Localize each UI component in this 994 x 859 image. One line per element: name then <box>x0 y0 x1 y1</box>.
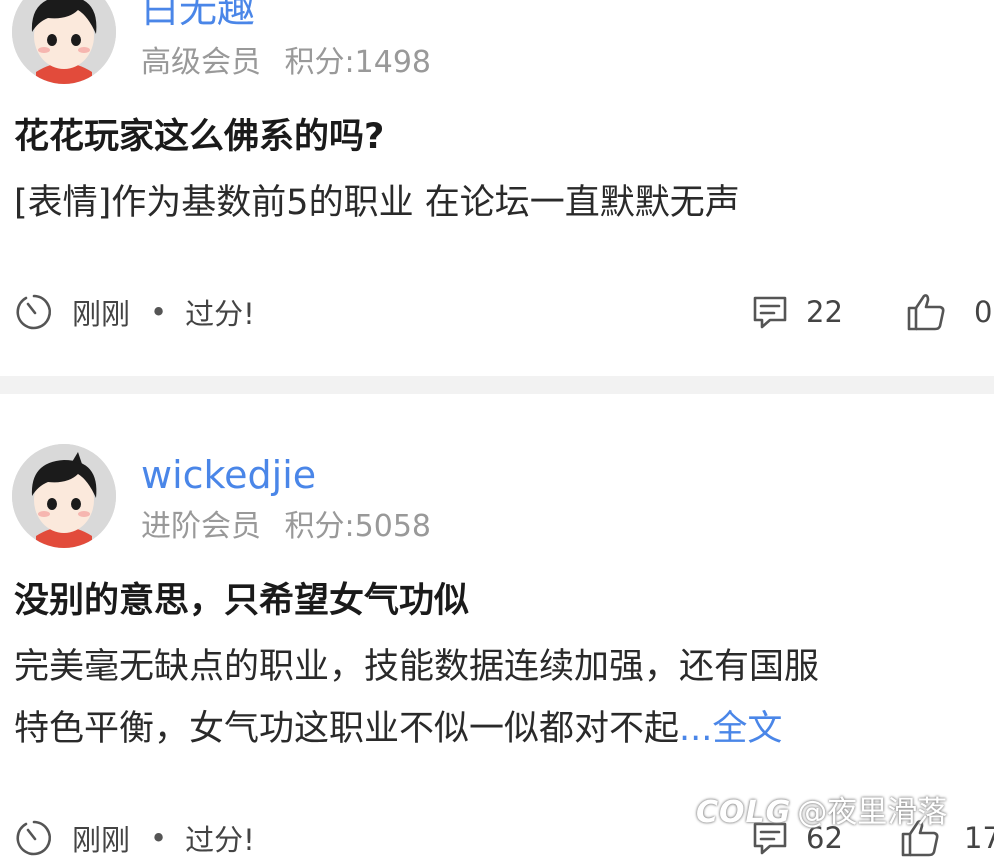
time-label: 刚刚 <box>72 297 131 331</box>
post-title[interactable]: 花花玩家这么佛系的吗? <box>14 120 384 155</box>
post-footer: 刚刚 • 过分! 22 0 <box>0 292 994 332</box>
post-title[interactable]: 没别的意思，只希望女气功似 <box>14 584 469 619</box>
member-points: 积分:5058 <box>284 509 432 544</box>
post-body[interactable]: 完美毫无缺点的职业，技能数据连续加强，还有国服 特色平衡，女气功这职业不似一似都… <box>14 636 984 760</box>
watermark: COLG @夜里滑落 <box>696 787 947 831</box>
member-rank: 高级会员 <box>141 45 261 80</box>
member-points: 积分:1498 <box>284 45 432 80</box>
post-time: 刚刚 • 过分! <box>14 292 255 332</box>
avatar[interactable] <box>12 0 116 84</box>
post-card-2: wickedjie 进阶会员 积分:5058 没别的意思，只希望女气功似 完美毫… <box>0 394 994 857</box>
status-label: 过分! <box>185 297 255 331</box>
user-meta: 高级会员 积分:1498 <box>141 48 445 78</box>
like-count-value: 17 <box>964 821 994 855</box>
watermark-text: @夜里滑落 <box>797 795 948 830</box>
clock-icon <box>16 820 51 856</box>
post-body-text: [表情]作为基数前5的职业 在论坛一直默默无声 <box>14 183 740 223</box>
post-time: 刚刚 • 过分! <box>14 818 255 858</box>
post-body-line-2: 特色平衡，女气功这职业不似一似都对不起...全文 <box>14 698 984 760</box>
post-card-1: 白无趣 高级会员 积分:1498 花花玩家这么佛系的吗? [表情]作为基数前5的… <box>0 0 994 376</box>
clock-icon <box>16 294 51 330</box>
watermark-logo: COLG <box>696 795 792 830</box>
like-button[interactable]: 0 <box>906 292 992 332</box>
post-divider <box>0 376 994 394</box>
comment-count[interactable]: 22 <box>750 292 843 332</box>
avatar-cartoon-icon <box>12 444 116 548</box>
avatar-cartoon-icon <box>12 0 116 84</box>
separator-dot: • <box>150 821 168 855</box>
avatar[interactable] <box>12 444 116 548</box>
post-body[interactable]: [表情]作为基数前5的职业 在论坛一直默默无声 <box>14 172 984 234</box>
post-body-line-2-text: 特色平衡，女气功这职业不似一似都对不起 <box>14 709 680 749</box>
read-more-link[interactable]: ...全文 <box>679 709 782 749</box>
member-rank: 进阶会员 <box>141 509 261 544</box>
post-body-line-1: 完美毫无缺点的职业，技能数据连续加强，还有国服 <box>14 647 820 687</box>
user-meta: 进阶会员 积分:5058 <box>141 512 445 542</box>
like-count-value: 0 <box>974 295 993 329</box>
comment-icon <box>753 296 787 329</box>
comment-count-value: 22 <box>806 295 843 329</box>
thumbs-up-icon <box>907 294 945 331</box>
separator-dot: • <box>150 295 168 329</box>
username[interactable]: wickedjie <box>141 456 316 494</box>
username[interactable]: 白无趣 <box>141 0 255 28</box>
